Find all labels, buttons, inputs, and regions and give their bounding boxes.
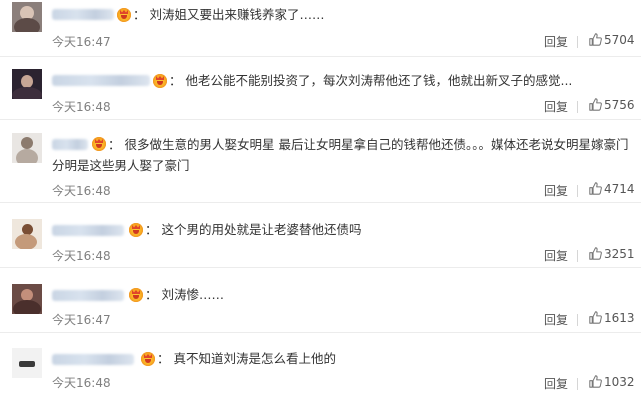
crown-vip-icon [129, 288, 143, 302]
reply-button[interactable]: 回复 [544, 311, 568, 328]
comment-time: 今天16:48 [52, 184, 111, 198]
divider [577, 36, 578, 48]
divider [577, 378, 578, 390]
like-button[interactable]: 5704 [589, 33, 635, 47]
avatar[interactable] [12, 69, 42, 99]
comment-item: ： 刘涛惨…… 今天16:47 回复 1613 [0, 268, 641, 333]
comment-time: 今天16:48 [52, 249, 111, 263]
comment-time: 今天16:48 [52, 100, 111, 114]
thumbs-up-icon [589, 311, 602, 324]
thumbs-up-icon [589, 182, 602, 195]
thumbs-up-icon [589, 33, 602, 46]
avatar[interactable] [12, 219, 42, 249]
like-button[interactable]: 1032 [589, 375, 635, 389]
comment-text: ： 很多做生意的男人娶女明星 最后让女明星拿自己的钱帮他还债。。。媒体还老说女明… [108, 137, 629, 152]
divider [577, 185, 578, 197]
comment-item: ： 他老公能不能别投资了，每次刘涛帮他还了钱，他就出新叉子的感觉... 今天16… [0, 57, 641, 120]
reply-button[interactable]: 回复 [544, 33, 568, 50]
thumbs-up-icon [589, 98, 602, 111]
comment-text: ： 刘涛惨…… [145, 287, 224, 302]
comment-text-continued: 分明是这些男人娶了豪门 [52, 158, 190, 173]
username-blurred[interactable] [52, 290, 124, 301]
comment-item: ： 刘涛姐又要出来赚钱养家了…… 今天16:47 回复 5704 [0, 0, 641, 57]
crown-vip-icon [153, 74, 167, 88]
crown-vip-icon [92, 137, 106, 151]
comment-text: ： 这个男的用处就是让老婆替他还债吗 [145, 222, 362, 237]
crown-vip-icon [117, 8, 131, 22]
thumbs-up-icon [589, 247, 602, 260]
crown-vip-icon [129, 223, 143, 237]
divider [577, 314, 578, 326]
avatar[interactable] [12, 133, 42, 163]
username-blurred[interactable] [52, 225, 124, 236]
comment-time: 今天16:47 [52, 35, 111, 49]
divider [577, 101, 578, 113]
like-count: 5704 [604, 33, 635, 47]
username-blurred[interactable] [52, 139, 88, 150]
like-button[interactable]: 1613 [589, 311, 635, 325]
crown-vip-icon [141, 352, 155, 366]
like-count: 4714 [604, 182, 635, 196]
comment-item: ： 这个男的用处就是让老婆替他还债吗 今天16:48 回复 3251 [0, 203, 641, 268]
comment-item: ： 很多做生意的男人娶女明星 最后让女明星拿自己的钱帮他还债。。。媒体还老说女明… [0, 120, 641, 203]
like-count: 5756 [604, 98, 635, 112]
like-button[interactable]: 3251 [589, 247, 635, 261]
reply-button[interactable]: 回复 [544, 182, 568, 199]
comment-item: ： 真不知道刘涛是怎么看上他的 今天16:48 回复 1032 [0, 333, 641, 400]
username-blurred[interactable] [52, 75, 150, 86]
like-button[interactable]: 4714 [589, 182, 635, 196]
like-count: 1032 [604, 375, 635, 389]
divider [577, 250, 578, 262]
avatar[interactable] [12, 284, 42, 314]
avatar[interactable] [12, 2, 42, 32]
comment-time: 今天16:48 [52, 376, 111, 390]
reply-button[interactable]: 回复 [544, 375, 568, 392]
like-count: 3251 [604, 247, 635, 261]
like-button[interactable]: 5756 [589, 98, 635, 112]
comment-list: ： 刘涛姐又要出来赚钱养家了…… 今天16:47 回复 5704 ： 他老公能不… [0, 0, 641, 400]
comment-text: ： 他老公能不能别投资了，每次刘涛帮他还了钱，他就出新叉子的感觉... [169, 73, 573, 88]
comment-time: 今天16:47 [52, 313, 111, 327]
reply-button[interactable]: 回复 [544, 247, 568, 264]
thumbs-up-icon [589, 375, 602, 388]
comment-text: ： 真不知道刘涛是怎么看上他的 [157, 351, 336, 366]
like-count: 1613 [604, 311, 635, 325]
username-blurred[interactable] [52, 354, 134, 365]
avatar[interactable] [12, 348, 42, 378]
comment-text: ： 刘涛姐又要出来赚钱养家了…… [133, 7, 325, 22]
username-blurred[interactable] [52, 9, 114, 20]
reply-button[interactable]: 回复 [544, 98, 568, 115]
